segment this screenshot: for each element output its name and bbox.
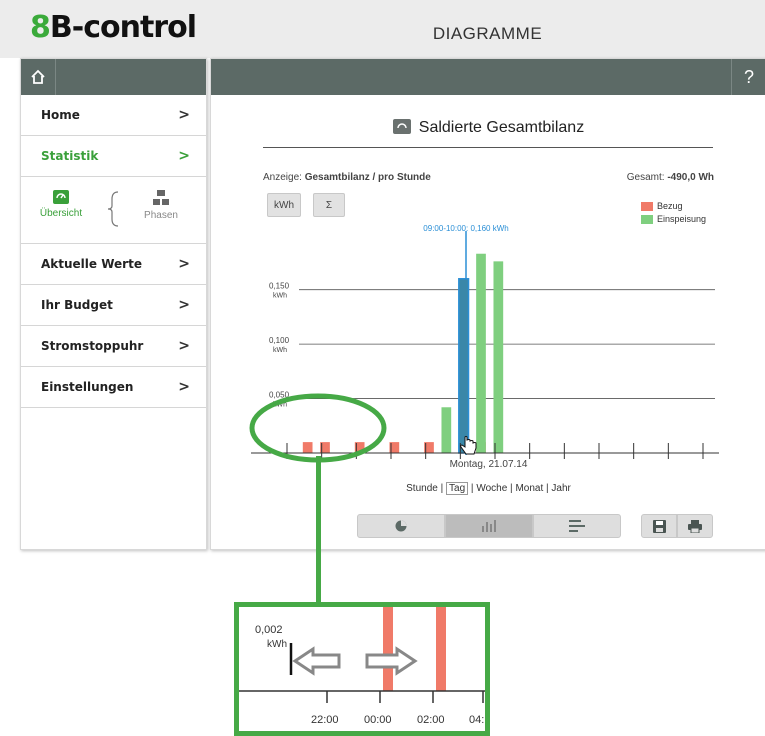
zoom-xtick: 04: <box>469 714 484 726</box>
date-label: Montag, 21.07.14 <box>449 459 528 470</box>
bar-einspeisung <box>458 278 470 454</box>
zoom-bar-bezug <box>383 607 393 691</box>
zoom-yunit: kWh <box>267 639 287 650</box>
bar-einspeisung <box>493 261 504 453</box>
zoom-ytick: 0,002 <box>255 624 283 636</box>
title-divider <box>263 147 713 148</box>
sidebar: Home > Statistik > Übersicht Phasen Aktuel… <box>20 58 207 550</box>
print-button[interactable] <box>677 514 713 538</box>
meter-icon <box>53 190 69 204</box>
home-icon <box>31 69 45 84</box>
bar-bezug <box>302 442 313 453</box>
arrow-left-icon <box>292 646 341 676</box>
unit-kwh-button[interactable]: kWh <box>267 193 301 217</box>
save-icon <box>652 519 666 533</box>
y-unit-label: kWh <box>273 402 287 409</box>
y-tick-label: 0,050 <box>269 391 290 400</box>
export-buttons <box>641 514 713 538</box>
y-tick-label: 0,100 <box>269 336 290 345</box>
chevron-right-icon: > <box>178 148 190 164</box>
y-tick-label: 0,150 <box>269 282 290 291</box>
sidebar-item-aktuelle-werte[interactable]: Aktuelle Werte > <box>21 244 206 285</box>
period-monat[interactable]: Monat <box>515 483 543 494</box>
subnav-overview[interactable]: Übersicht <box>31 189 91 219</box>
meter-icon <box>392 119 411 134</box>
page-title: DIAGRAMME <box>432 24 543 43</box>
period-woche[interactable]: Woche <box>476 483 507 494</box>
bar-chart: 09:00-10:00: 0,160 kWh 0,150 kWh 0,100 kWh 0… <box>251 224 719 459</box>
print-icon <box>688 519 702 533</box>
total-info: Gesamt: -490,0 Wh <box>626 172 714 183</box>
zoom-connector <box>316 456 321 604</box>
bar-chart-icon <box>482 520 496 532</box>
sidebar-header <box>21 59 206 95</box>
chevron-right-icon: > <box>178 338 190 354</box>
sidebar-item-stromstoppuhr[interactable]: Stromstoppuhr > <box>21 326 206 367</box>
y-unit-label: kWh <box>273 293 287 300</box>
save-button[interactable] <box>641 514 677 538</box>
period-jahr[interactable]: Jahr <box>551 483 570 494</box>
zoom-bar-bezug <box>436 607 446 691</box>
tooltip-label: 09:00-10:00: 0,160 kWh <box>423 224 508 233</box>
list-view-button[interactable] <box>533 514 621 538</box>
top-bar: 8B-control DIAGRAMME <box>0 0 765 58</box>
main-header: ? <box>211 59 765 95</box>
y-unit-label: kWh <box>273 347 287 354</box>
sidebar-item-einstellungen[interactable]: Einstellungen > <box>21 367 206 408</box>
bar-einspeisung <box>476 253 486 453</box>
period-tag[interactable]: Tag <box>446 482 469 495</box>
bar-chart-button[interactable] <box>445 514 533 538</box>
zoom-box: 0,002 kWh 22:00 00:00 02:00 04: <box>234 602 490 736</box>
list-icon <box>569 520 585 532</box>
statistik-subnav: Übersicht Phasen <box>21 177 206 244</box>
zoom-xtick: 22:00 <box>311 714 339 726</box>
sidebar-item-home[interactable]: Home > <box>21 95 206 136</box>
sidebar-item-ihr-budget[interactable]: Ihr Budget > <box>21 285 206 326</box>
home-button[interactable] <box>21 59 56 95</box>
legend-bezug: Bezug <box>641 201 683 211</box>
chevron-right-icon: > <box>178 256 190 272</box>
chevron-right-icon: > <box>178 107 190 123</box>
chart-type-toggle <box>357 514 621 538</box>
chevron-right-icon: > <box>178 379 190 395</box>
display-info: Anzeige: Gesamtbilanz / pro Stunde <box>263 172 431 183</box>
sidebar-item-statistik[interactable]: Statistik > <box>21 136 206 177</box>
phases-icon <box>153 190 169 205</box>
period-stunde[interactable]: Stunde <box>406 483 438 494</box>
pie-chart-button[interactable] <box>357 514 445 538</box>
help-button[interactable]: ? <box>731 59 765 95</box>
pie-chart-icon <box>395 520 407 532</box>
bar-einspeisung <box>441 407 452 453</box>
zoom-xtick: 02:00 <box>417 714 445 726</box>
main-panel: ? Saldierte Gesamtbilanz Anzeige: Gesamt… <box>210 58 765 550</box>
chart-title: Saldierte Gesamtbilanz <box>211 119 765 137</box>
subnav-phases[interactable]: Phasen <box>131 189 191 221</box>
chevron-right-icon: > <box>178 297 190 313</box>
bracket-divider <box>107 191 119 227</box>
zoom-xtick: 00:00 <box>364 714 392 726</box>
sum-button[interactable]: Σ <box>313 193 345 217</box>
period-selector: Stunde | Tag | Woche | Monat | Jahr <box>406 482 571 495</box>
